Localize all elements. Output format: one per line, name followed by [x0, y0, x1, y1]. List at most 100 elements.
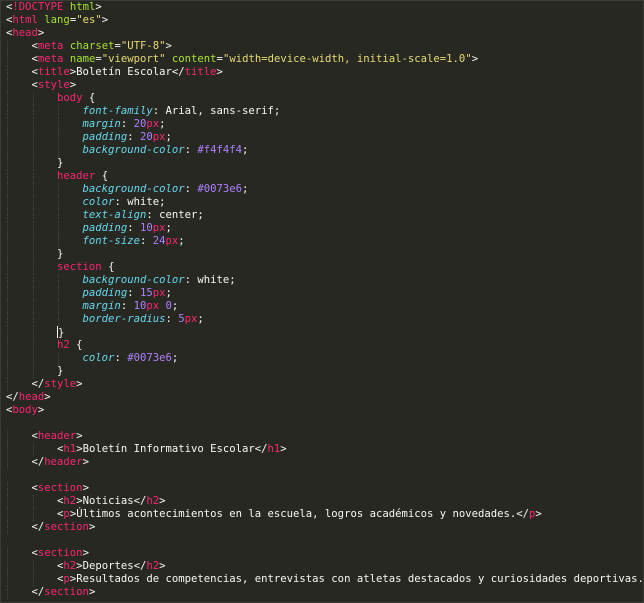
code-token: >	[44, 391, 51, 403]
indentation	[6, 222, 83, 234]
indent-guide	[7, 573, 8, 586]
code-line[interactable]: <style>	[1, 79, 643, 92]
indent-guide	[32, 313, 34, 326]
indentation	[6, 209, 83, 221]
code-line[interactable]: <meta name="viewport" content="width=dev…	[1, 53, 643, 66]
code-line[interactable]: font-size: 24px;	[1, 235, 643, 248]
code-token: </	[31, 586, 45, 598]
code-token: :	[165, 313, 179, 325]
code-line[interactable]: <h1>Boletín Informativo Escolar</h1>	[1, 443, 643, 456]
indent-guide	[58, 196, 59, 209]
code-line[interactable]	[1, 417, 643, 430]
code-line[interactable]: <h2>Noticias</h2>	[1, 495, 643, 508]
code-line[interactable]	[1, 469, 643, 482]
indent-guide	[58, 144, 59, 157]
code-line[interactable]: <header>	[1, 430, 643, 443]
code-line[interactable]: <body>	[1, 404, 643, 417]
code-token: padding	[82, 222, 128, 234]
code-line[interactable]: }	[1, 248, 643, 261]
indent-guide	[7, 495, 8, 508]
indentation	[6, 300, 83, 312]
code-line[interactable]: <p>Resultados de competencias, entrevist…	[1, 573, 644, 586]
code-line[interactable]: <section>	[1, 482, 643, 495]
code-token: h2	[63, 560, 77, 572]
code-line[interactable]: color: white;	[1, 196, 643, 209]
code-token: 20	[139, 131, 153, 143]
indent-guide	[7, 300, 8, 313]
code-line[interactable]	[1, 534, 643, 547]
indent-guide	[32, 495, 34, 508]
code-line[interactable]: </head>	[1, 391, 643, 404]
code-line[interactable]: body {	[1, 92, 643, 105]
code-token: px	[146, 300, 160, 312]
code-line[interactable]: background-color: white;	[1, 274, 643, 287]
code-line[interactable]: }	[1, 157, 643, 170]
code-line[interactable]: <title>Boletín Escolar</title>	[1, 66, 643, 79]
code-line[interactable]: font-family: Arial, sans-serif;	[1, 105, 643, 118]
code-line[interactable]: background-color: #0073e6;	[1, 183, 643, 196]
indent-guide	[58, 183, 59, 196]
code-token: ;	[165, 131, 172, 143]
code-editor[interactable]: <!DOCTYPE html> <html lang="es"> <head> <m…	[0, 0, 644, 603]
code-line[interactable]: <!DOCTYPE html>	[1, 1, 643, 14]
code-line[interactable]: padding: 10px;	[1, 222, 643, 235]
code-line[interactable]: </section>	[1, 586, 643, 599]
code-token: meta	[37, 40, 64, 52]
code-line[interactable]: padding: 15px;	[1, 287, 643, 300]
code-token: }	[57, 365, 64, 377]
code-line[interactable]: text-align: center;	[1, 209, 643, 222]
indentation	[6, 40, 32, 52]
code-line[interactable]: h2 {	[1, 339, 643, 352]
code-line[interactable]: <meta charset="UTF-8">	[1, 40, 643, 53]
indent-guide	[7, 92, 8, 105]
code-token: 10	[133, 300, 147, 312]
code-token: >	[101, 14, 109, 26]
code-line[interactable]: <h2>Deportes</h2>	[1, 560, 643, 573]
indent-guide	[7, 287, 8, 300]
indent-guide	[7, 313, 8, 326]
code-line[interactable]: margin: 20px;	[1, 118, 643, 131]
code-line[interactable]: <html lang="es">	[1, 14, 643, 27]
code-line[interactable]: section {	[1, 261, 643, 274]
indent-guide	[32, 157, 34, 170]
code-line[interactable]: background-color: #f4f4f4;	[1, 144, 643, 157]
code-token: ;	[171, 300, 179, 312]
code-line[interactable]: }	[1, 326, 643, 339]
code-token: >	[159, 495, 166, 507]
code-line[interactable]: </header>	[1, 456, 643, 469]
code-line[interactable]: color: #0073e6;	[1, 352, 643, 365]
code-line[interactable]: <head>	[1, 27, 643, 40]
indentation	[6, 131, 83, 143]
indent-guide	[7, 586, 8, 599]
code-token: section	[57, 261, 102, 273]
code-token: :	[127, 287, 140, 299]
code-line[interactable]: header {	[1, 170, 643, 183]
code-token: </	[6, 391, 19, 403]
code-line[interactable]: border-radius: 5px;	[1, 313, 643, 326]
code-line[interactable]: margin: 10px 0;	[1, 300, 643, 313]
code-token: px	[152, 131, 166, 143]
indent-guide	[7, 378, 8, 391]
code-line[interactable]: <section>	[1, 547, 643, 560]
code-token: >	[69, 79, 77, 91]
code-token: 24	[152, 235, 166, 247]
code-token: h2	[57, 339, 70, 351]
code-token: "viewport"	[101, 53, 166, 65]
code-token: ;	[197, 313, 204, 325]
indent-guide	[32, 248, 34, 261]
code-token: px	[165, 235, 179, 247]
code-token: #0073e6	[197, 183, 243, 195]
indent-guide	[32, 144, 34, 157]
code-token: ;	[159, 118, 166, 130]
indentation	[6, 521, 32, 533]
code-line[interactable]: </style>	[1, 378, 643, 391]
code-token: title	[37, 66, 70, 78]
code-token: >Boletín Escolar</	[69, 66, 185, 78]
code-line[interactable]: </section>	[1, 521, 643, 534]
indent-guide	[58, 313, 59, 326]
code-line[interactable]: <p>Últimos acontecimientos en la escuela…	[1, 508, 643, 521]
code-line[interactable]: padding: 20px;	[1, 131, 643, 144]
code-token: >	[280, 443, 287, 455]
code-line[interactable]: }	[1, 365, 643, 378]
indentation	[6, 144, 83, 156]
